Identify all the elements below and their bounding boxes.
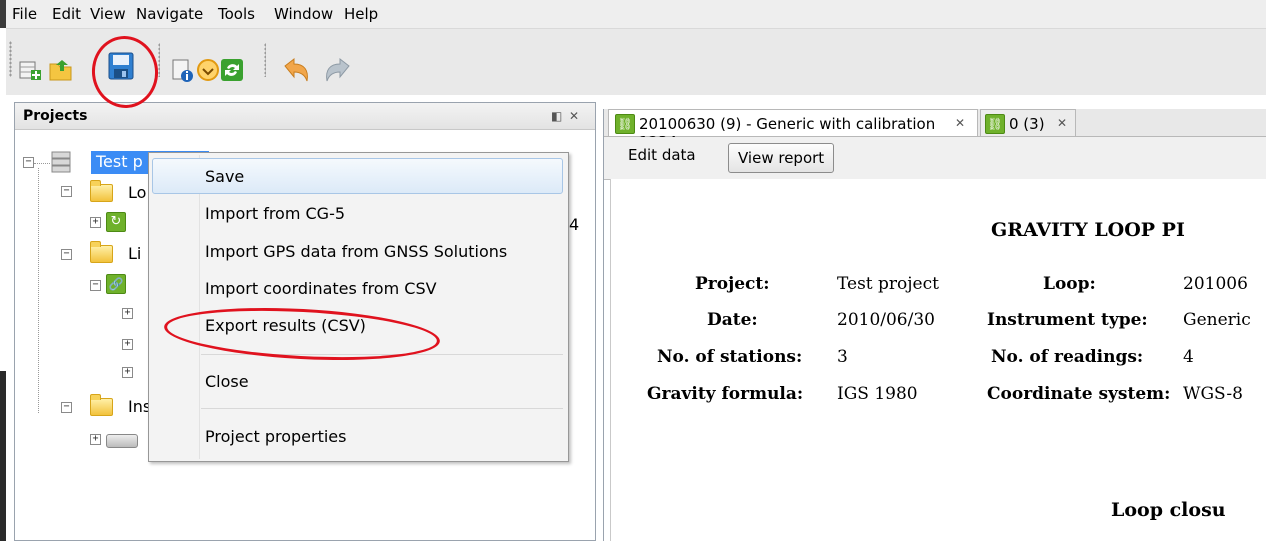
collapse-icon[interactable]: − xyxy=(61,402,72,413)
minimize-icon[interactable]: ◧ xyxy=(551,109,562,123)
link-icon: ⛓ xyxy=(985,114,1005,134)
menu-file[interactable]: File xyxy=(12,5,37,23)
value-loop: 201006 xyxy=(1183,274,1248,294)
collapse-icon[interactable]: − xyxy=(61,249,72,260)
menu-item-save[interactable]: Save xyxy=(205,167,244,186)
loop-icon: ↻ xyxy=(106,212,126,232)
context-menu: Save Import from CG-5 Import GPS data fr… xyxy=(148,152,569,462)
refresh-icon[interactable] xyxy=(220,58,244,82)
close-icon[interactable]: ✕ xyxy=(1057,116,1067,130)
menu-item-close[interactable]: Close xyxy=(205,372,249,391)
tree-line xyxy=(34,163,50,165)
tab-label: 0 (3) xyxy=(1009,115,1045,133)
menu-help[interactable]: Help xyxy=(344,5,378,23)
label-project: Project: xyxy=(695,274,770,294)
undo-icon[interactable] xyxy=(281,57,311,85)
label-loop: Loop: xyxy=(1043,274,1096,294)
label-readings: No. of readings: xyxy=(991,347,1144,367)
menu-item-import-gps[interactable]: Import GPS data from GNSS Solutions xyxy=(205,242,507,261)
new-project-icon[interactable] xyxy=(18,58,42,82)
expand-icon[interactable]: + xyxy=(122,308,133,319)
toolbar-separator xyxy=(158,43,160,77)
label-coordinate-system: Coordinate system: xyxy=(987,384,1171,404)
tree-node-label[interactable]: Lo xyxy=(128,183,146,202)
expand-icon[interactable]: + xyxy=(90,434,101,445)
collapse-icon[interactable]: − xyxy=(61,186,72,197)
value-stations: 3 xyxy=(837,347,848,367)
collapse-icon[interactable]: − xyxy=(90,280,101,291)
expand-icon[interactable]: + xyxy=(90,217,101,228)
menu-item-import-cg5[interactable]: Import from CG-5 xyxy=(205,204,345,223)
properties-icon[interactable] xyxy=(170,57,194,83)
edit-data-button[interactable]: Edit data xyxy=(628,146,696,164)
open-folder-icon[interactable] xyxy=(48,57,74,83)
panel-title: Projects xyxy=(23,108,88,124)
expand-icon[interactable]: + xyxy=(122,339,133,350)
clock-icon[interactable] xyxy=(196,58,220,82)
label-instrument-type: Instrument type: xyxy=(987,310,1148,330)
project-db-icon xyxy=(50,150,72,174)
menu-edit[interactable]: Edit xyxy=(52,5,81,23)
close-icon[interactable]: ✕ xyxy=(569,109,579,123)
value-gravity-formula: IGS 1980 xyxy=(837,384,918,404)
menu-item-project-properties[interactable]: Project properties xyxy=(205,427,346,446)
label-stations: No. of stations: xyxy=(657,347,803,367)
folder-icon xyxy=(90,241,113,263)
view-report-button[interactable]: View report xyxy=(728,143,835,173)
report-view: GRAVITY LOOP PI Project: Test project Lo… xyxy=(610,179,1266,541)
menu-navigate[interactable]: Navigate xyxy=(136,5,203,23)
menu-separator xyxy=(201,408,563,409)
report-title: GRAVITY LOOP PI xyxy=(991,219,1185,241)
label-date: Date: xyxy=(707,310,758,330)
link-icon: ⛓ xyxy=(615,114,635,134)
toolbar xyxy=(6,29,1266,95)
label-gravity-formula: Gravity formula: xyxy=(647,384,804,404)
menu-tools[interactable]: Tools xyxy=(218,5,255,23)
instrument-icon xyxy=(106,434,138,448)
value-coordinate-system: WGS-8 xyxy=(1183,384,1243,404)
folder-icon xyxy=(90,394,113,416)
collapse-icon[interactable]: − xyxy=(23,157,34,168)
window-edge xyxy=(0,371,6,541)
tree-root-label[interactable]: Test p xyxy=(96,152,143,171)
projects-header: Projects ◧ ✕ xyxy=(15,103,595,130)
link-icon: 🔗 xyxy=(106,274,126,294)
value-project: Test project xyxy=(837,274,939,294)
toolbar-separator xyxy=(264,43,266,77)
value-readings: 4 xyxy=(1183,347,1194,367)
close-icon[interactable]: ✕ xyxy=(955,116,965,130)
value-date: 2010/06/30 xyxy=(837,310,935,330)
menu-window[interactable]: Window xyxy=(274,5,333,23)
menu-item-import-coordinates[interactable]: Import coordinates from CSV xyxy=(205,279,437,298)
menu-gutter xyxy=(199,155,200,459)
tree-node-label[interactable]: Li xyxy=(128,244,141,263)
tab-loop-0[interactable]: ⛓ 0 (3) ✕ xyxy=(980,109,1076,136)
folder-icon xyxy=(90,180,113,202)
menu-view[interactable]: View xyxy=(90,5,126,23)
expand-icon[interactable]: + xyxy=(122,367,133,378)
tab-strip: ⛓ 20100630 (9) - Generic with calibratio… xyxy=(604,109,1266,151)
value-instrument-type: Generic xyxy=(1183,310,1251,330)
redo-icon[interactable] xyxy=(323,57,353,85)
section-heading: Loop closu xyxy=(1111,499,1226,521)
tab-loop-20100630[interactable]: ⛓ 20100630 (9) - Generic with calibratio… xyxy=(608,109,978,151)
editor-area: ⛓ 20100630 (9) - Generic with calibratio… xyxy=(603,109,1266,541)
tree-line xyxy=(38,168,40,413)
menu-bar: File Edit View Navigate Tools Window Hel… xyxy=(6,0,1266,29)
editor-subtoolbar: Edit data View report xyxy=(604,137,1266,180)
toolbar-grip[interactable] xyxy=(9,41,12,77)
tree-cut-text: 4 xyxy=(569,215,580,234)
